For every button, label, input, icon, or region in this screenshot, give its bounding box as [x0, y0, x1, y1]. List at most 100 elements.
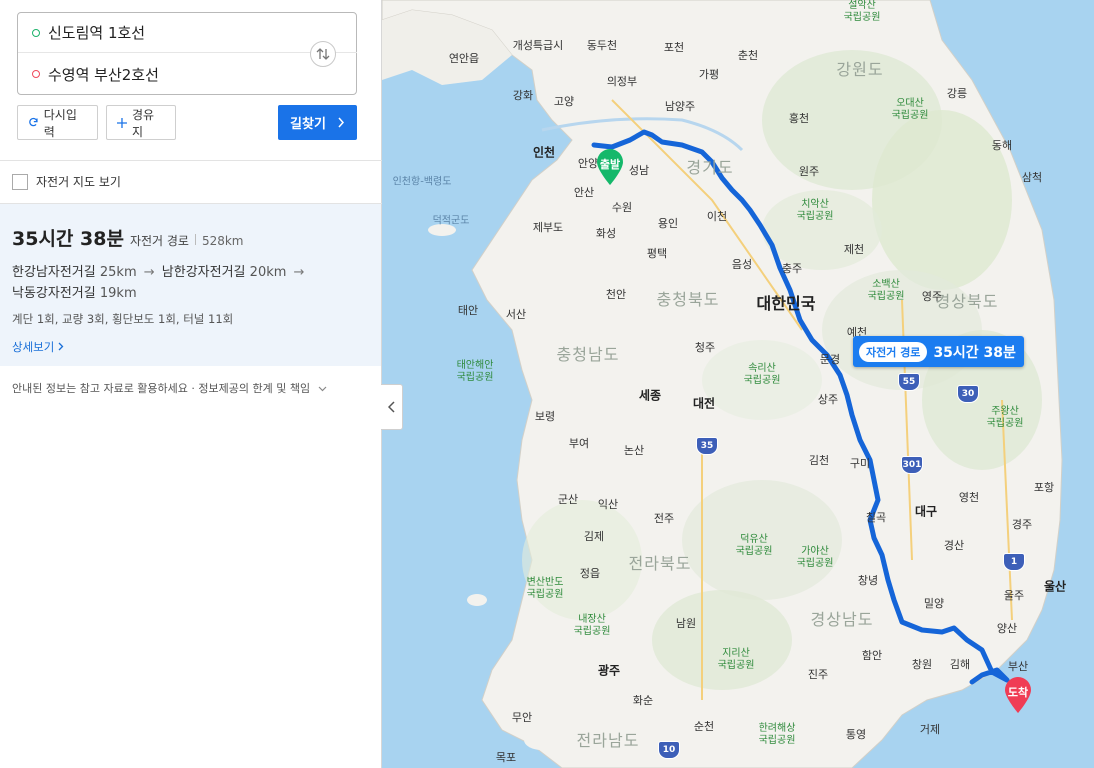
- town-label: 구미: [849, 457, 871, 470]
- tooltip-duration: 35시간 38분: [933, 344, 1016, 361]
- route-facilities: 계단 1회, 교량 3회, 횡단보도 1회, 터널 11회: [12, 312, 234, 326]
- town-label: 부여: [568, 437, 590, 450]
- bike-map-toggle[interactable]: 자전거 지도 보기: [12, 173, 121, 190]
- town-label: 익산: [597, 498, 619, 511]
- collapse-panel-button[interactable]: [381, 384, 403, 430]
- result-distance: 528km: [201, 234, 244, 248]
- swap-vertical-icon: [316, 48, 330, 60]
- start-dot-icon: [32, 28, 40, 37]
- chevron-down-icon: [318, 386, 327, 392]
- town-label: 경산: [943, 539, 965, 552]
- town-label: 영천: [958, 491, 980, 504]
- city-label: 인천: [532, 145, 556, 160]
- town-label: 수원: [611, 201, 633, 214]
- swap-button[interactable]: [310, 41, 336, 67]
- town-label: 충주: [781, 262, 803, 275]
- town-label: 화성: [595, 227, 617, 240]
- town-label: 청주: [694, 341, 716, 354]
- national-park-label: 덕유산 국립공원: [735, 534, 773, 557]
- province-label: 충청북도: [656, 290, 720, 309]
- town-label: 군산: [557, 493, 579, 506]
- segment-name: 낙동강자전거길: [12, 286, 96, 301]
- reset-button[interactable]: 다시입력: [17, 105, 98, 140]
- directions-panel: 신도림역 1호선 수영역 부산2호선 다시입력 경유지 길찾기 자전거 지도 보…: [0, 0, 382, 768]
- disclaimer-notice[interactable]: 안내된 정보는 참고 자료로 활용하세요 · 정보제공의 한계 및 책임: [12, 380, 327, 396]
- segment-distance: 19km: [99, 286, 137, 301]
- town-label: 동해: [991, 139, 1013, 152]
- town-label: 창녕: [857, 574, 879, 587]
- town-label: 평택: [646, 247, 668, 260]
- start-input-label: 신도림역 1호선: [48, 24, 146, 42]
- bike-map-label: 자전거 지도 보기: [36, 175, 121, 189]
- refresh-icon: [29, 117, 38, 127]
- town-label: 부산: [1007, 660, 1029, 673]
- town-label: 음성: [731, 258, 753, 271]
- destination-pin-label: 도착: [1007, 686, 1029, 699]
- highway-shield: 55: [898, 373, 920, 391]
- national-park-label: 변산반도 국립공원: [526, 577, 564, 600]
- town-label: 고양: [553, 95, 575, 108]
- national-park-label: 설악산 국립공원: [843, 0, 881, 23]
- province-label: 전라북도: [628, 554, 692, 573]
- town-label: 남양주: [664, 100, 696, 113]
- start-input[interactable]: 신도림역 1호선: [18, 13, 357, 53]
- route-summary-tooltip[interactable]: 자전거 경로 35시간 38분: [853, 336, 1024, 367]
- province-label: 경상남도: [810, 610, 874, 629]
- city-label: 울산: [1043, 579, 1067, 594]
- city-label: 세종: [638, 388, 662, 403]
- town-label: 상주: [817, 393, 839, 406]
- town-label: 양산: [996, 622, 1018, 635]
- details-link[interactable]: 상세보기: [12, 339, 64, 355]
- town-label: 포천: [663, 41, 685, 54]
- national-park-label: 가야산 국립공원: [796, 546, 834, 569]
- reset-button-label: 다시입력: [43, 107, 77, 139]
- destination-dot-icon: [32, 70, 40, 78]
- town-label: 천안: [605, 288, 627, 301]
- town-label: 목포: [495, 751, 517, 764]
- search-route-button[interactable]: 길찾기: [278, 105, 357, 140]
- add-waypoint-button[interactable]: 경유지: [106, 105, 176, 140]
- segment-name: 남한강자전거길: [161, 265, 246, 280]
- bike-map-checkbox[interactable]: [12, 173, 28, 190]
- plus-icon: [117, 117, 127, 128]
- town-label: 의정부: [606, 75, 638, 88]
- town-label: 보령: [534, 410, 556, 423]
- town-label: 칠곡: [865, 511, 887, 524]
- arrow-right-icon: →: [293, 265, 305, 280]
- town-label: 밀양: [923, 597, 945, 610]
- town-label: 화순: [632, 694, 654, 707]
- national-park-label: 지리산 국립공원: [717, 648, 755, 671]
- divider: [0, 160, 382, 161]
- map-canvas[interactable]: 강원도 경기도 충청북도 충청남도 경상북도 전라북도 경상남도 전라남도 대한…: [382, 0, 1094, 768]
- town-label: 남원: [675, 617, 697, 630]
- town-label: 홍천: [788, 112, 810, 125]
- ferry-route-label: 인천항-백령도: [392, 176, 452, 188]
- town-label: 안산: [573, 186, 595, 199]
- town-label: 무안: [511, 711, 533, 724]
- chevron-left-icon: [388, 401, 395, 413]
- app: 신도림역 1호선 수영역 부산2호선 다시입력 경유지 길찾기 자전거 지도 보…: [0, 0, 1094, 768]
- town-label: 경주: [1011, 518, 1033, 531]
- highway-shield: 10: [658, 741, 680, 759]
- city-label: 대전: [692, 396, 716, 411]
- segment-name: 한강남자전거길: [12, 265, 96, 280]
- town-label: 동두천: [586, 39, 618, 52]
- destination-input[interactable]: 수영역 부산2호선: [18, 54, 308, 94]
- province-label: 경상북도: [935, 292, 999, 311]
- highway-shield: 1: [1003, 553, 1025, 571]
- town-label: 개성특급시: [512, 39, 564, 52]
- province-label: 전라남도: [576, 731, 640, 750]
- national-park-label: 치악산 국립공원: [796, 199, 834, 222]
- town-label: 삼척: [1021, 171, 1043, 184]
- province-label: 경기도: [686, 158, 734, 177]
- town-label: 전주: [653, 512, 675, 525]
- town-label: 연안읍: [448, 52, 480, 65]
- disclaimer-text: 안내된 정보는 참고 자료로 활용하세요 · 정보제공의 한계 및 책임: [12, 382, 311, 395]
- town-label: 통영: [845, 728, 867, 741]
- island-label: 덕적군도: [432, 215, 470, 227]
- town-label: 정읍: [579, 567, 601, 580]
- route-result-card[interactable]: 35시간 38분 자전거 경로 528km 한강남자전거길 25km → 남한강…: [0, 204, 381, 366]
- national-park-label: 오대산 국립공원: [891, 98, 929, 121]
- town-label: 진주: [807, 668, 829, 681]
- chevron-right-icon: [338, 117, 344, 128]
